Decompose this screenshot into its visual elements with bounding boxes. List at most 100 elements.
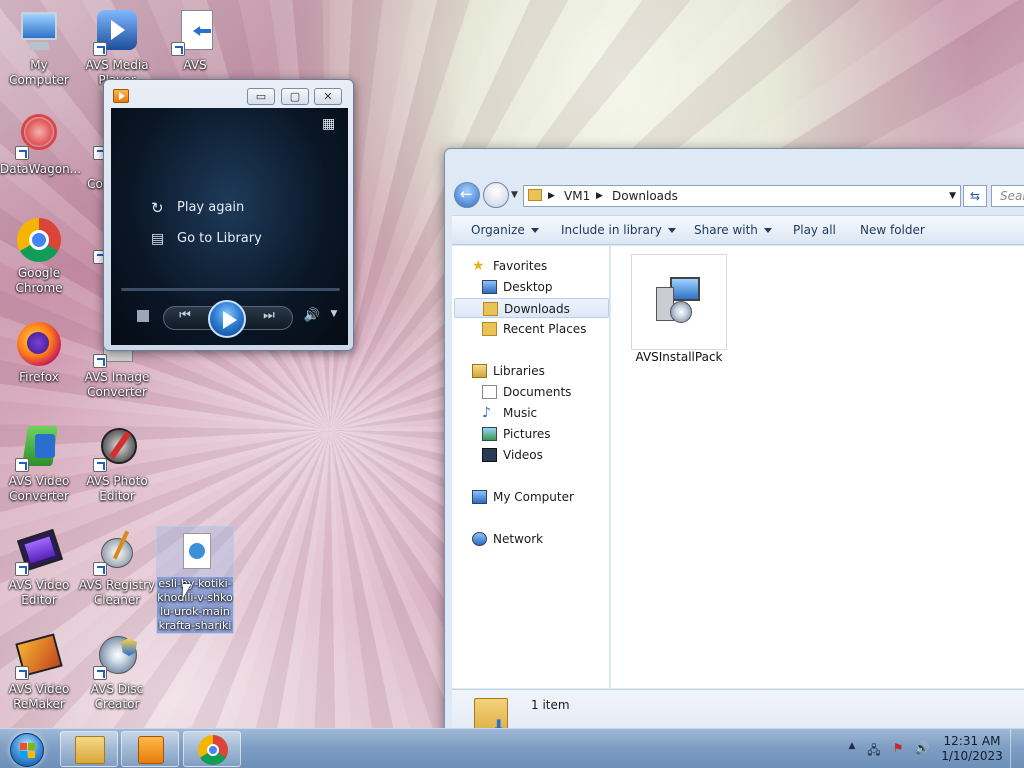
breadcrumb-downloads[interactable]: Downloads [612, 186, 678, 206]
nav-libraries[interactable]: Libraries [452, 361, 609, 381]
clock[interactable]: 12:31 AM 1/10/2023 [940, 734, 1004, 764]
command-bar: Organize Include in library Share with P… [452, 215, 1024, 245]
music-icon: ♪ [482, 405, 491, 421]
minimize-button[interactable]: ▭ [247, 88, 275, 105]
volume-icon[interactable]: 🔊 [303, 308, 321, 323]
previous-icon[interactable]: ⏮ [173, 308, 197, 323]
nav-music[interactable]: ♪ Music [452, 403, 609, 423]
address-dropdown-icon[interactable]: ▼ [949, 186, 956, 206]
desktop-icon-label: AVS Video ReMaker [8, 682, 70, 711]
desktop-icon-label: My Computer [9, 58, 69, 87]
nav-recent-places[interactable]: Recent Places [452, 319, 609, 339]
start-button[interactable] [4, 730, 50, 768]
play-button[interactable] [208, 300, 246, 338]
desktop-icon-firefox[interactable]: Firefox [0, 320, 78, 385]
action-center-icon[interactable]: ⚑ [890, 741, 906, 757]
play-again-link[interactable]: ↻ Play again [151, 200, 245, 216]
nav-documents[interactable]: Documents [452, 382, 609, 402]
explorer-window[interactable]: ← ▼ ▶ VM1 ▶ Downloads ▼ ⇆ Sear Organize … [444, 148, 1024, 749]
nav-downloads[interactable]: Downloads [454, 298, 609, 318]
maximize-button[interactable]: ▢ [281, 88, 309, 105]
forward-button[interactable] [483, 182, 509, 208]
breadcrumb-sep-icon[interactable]: ▶ [596, 186, 603, 206]
search-input[interactable]: Sear [991, 185, 1024, 207]
nav-videos[interactable]: Videos [452, 445, 609, 465]
desktop-icon-label: AVS [183, 58, 207, 72]
back-button[interactable]: ← [454, 182, 480, 208]
show-hidden-icons-icon[interactable]: ▲ [844, 741, 860, 757]
seek-bar[interactable] [121, 288, 340, 291]
desktop-icon-audio-file[interactable]: esli-by-kotiki-khodili-v-shkolu-urok-mai… [156, 526, 234, 634]
desktop-icon-avs-media-player[interactable]: AVS Media Player [78, 8, 156, 88]
media-player-titlebar[interactable]: ▭ ▢ ✕ [104, 80, 353, 108]
avs-video-editor-icon [15, 528, 64, 576]
taskbar-chrome-button[interactable] [183, 731, 241, 767]
play-all-button[interactable]: Play all [793, 223, 836, 237]
nav-favorites[interactable]: ★ Favorites [452, 256, 609, 276]
volume-tray-icon[interactable]: 🔊 [914, 741, 930, 757]
recent-places-icon [482, 322, 497, 336]
desktop-icon-label: esli-by-kotiki-khodili-v-shkolu-urok-mai… [157, 577, 233, 633]
desktop-icon-avs-video-converter[interactable]: AVS Video Converter [0, 424, 78, 504]
computer-icon [472, 490, 487, 504]
media-player-app-icon [113, 89, 129, 103]
breadcrumb-sep-icon[interactable]: ▶ [548, 186, 555, 206]
library-icon: ▤ [151, 231, 165, 247]
nav-network[interactable]: Network [452, 529, 609, 549]
new-folder-button[interactable]: New folder [860, 223, 925, 237]
pictures-icon [482, 427, 497, 441]
media-player-window[interactable]: ▭ ▢ ✕ ▦ ↻ Play again ▤ Go to Library ⏮ ⏭… [103, 79, 354, 351]
nav-desktop[interactable]: Desktop [452, 277, 609, 297]
libraries-icon [472, 364, 487, 378]
desktop-icon-avs-registry-cleaner[interactable]: AVS Registry Cleaner [78, 528, 156, 608]
desktop-icon-avs-video-editor[interactable]: AVS Video Editor [0, 528, 78, 608]
nav-pictures[interactable]: Pictures [452, 424, 609, 444]
desktop-icon-label: AVS Video Converter [8, 474, 70, 503]
stop-icon[interactable] [137, 310, 149, 322]
desktop-icon [482, 280, 497, 294]
chrome-icon [15, 216, 63, 264]
system-tray: ▲ 🖧 ⚑ 🔊 12:31 AM 1/10/2023 [840, 729, 1024, 768]
desktop-icon-google-chrome[interactable]: Google Chrome [0, 216, 78, 296]
installer-icon [656, 277, 704, 325]
switch-to-library-icon[interactable]: ▦ [322, 116, 338, 132]
navigation-pane: ★ Favorites Desktop Downloads Recent Pla… [452, 246, 610, 688]
taskbar: ▲ 🖧 ⚑ 🔊 12:31 AM 1/10/2023 [0, 728, 1024, 768]
desktop-icon-avs-top[interactable]: AVS [156, 8, 234, 73]
windows-logo-icon [10, 733, 44, 767]
computer-icon [15, 8, 63, 56]
desktop-icon-datawagon[interactable]: DataWagon... [0, 112, 81, 177]
share-with-button[interactable]: Share with [694, 223, 772, 237]
breadcrumb-vm1[interactable]: VM1 [564, 186, 590, 206]
avs-registry-cleaner-icon [93, 528, 141, 576]
desktop-icon-avs-photo-editor[interactable]: AVS Photo Editor [78, 424, 156, 504]
address-bar[interactable]: ▶ VM1 ▶ Downloads ▼ [523, 185, 961, 207]
desktop-icon-avs-video-remaker[interactable]: AVS Video ReMaker [0, 632, 78, 712]
mouse-cursor-icon [183, 584, 191, 598]
play-again-label: Play again [177, 200, 245, 215]
show-desktop-button[interactable] [1010, 729, 1024, 768]
audio-file-icon [171, 527, 219, 575]
file-item-avsinstallpack[interactable] [631, 254, 727, 350]
avs-video-converter-icon [15, 424, 63, 472]
close-button[interactable]: ✕ [314, 88, 342, 105]
history-dropdown-icon[interactable]: ▼ [511, 190, 518, 200]
nav-my-computer[interactable]: My Computer [452, 487, 609, 507]
refresh-button[interactable]: ⇆ [963, 185, 987, 207]
desktop-icon-my-computer[interactable]: My Computer [0, 8, 78, 88]
desktop-icon-avs-disc-creator[interactable]: AVS Disc Creator [78, 632, 156, 712]
go-to-library-link[interactable]: ▤ Go to Library [151, 231, 262, 247]
taskbar-explorer-button[interactable] [60, 731, 118, 767]
replay-icon: ↻ [151, 199, 164, 217]
next-icon[interactable]: ⏭ [257, 308, 281, 323]
include-in-library-button[interactable]: Include in library [561, 223, 676, 237]
media-player-icon [138, 736, 164, 764]
network-tray-icon[interactable]: 🖧 [866, 741, 882, 757]
organize-button[interactable]: Organize [471, 223, 539, 237]
taskbar-media-player-button[interactable] [121, 731, 179, 767]
folder-small-icon [528, 189, 542, 201]
volume-dropdown-icon[interactable]: ▼ [329, 309, 339, 319]
folder-icon [75, 736, 105, 764]
avs-media-player-icon [93, 8, 141, 56]
desktop-icon-label: AVS Registry Cleaner [78, 578, 156, 607]
